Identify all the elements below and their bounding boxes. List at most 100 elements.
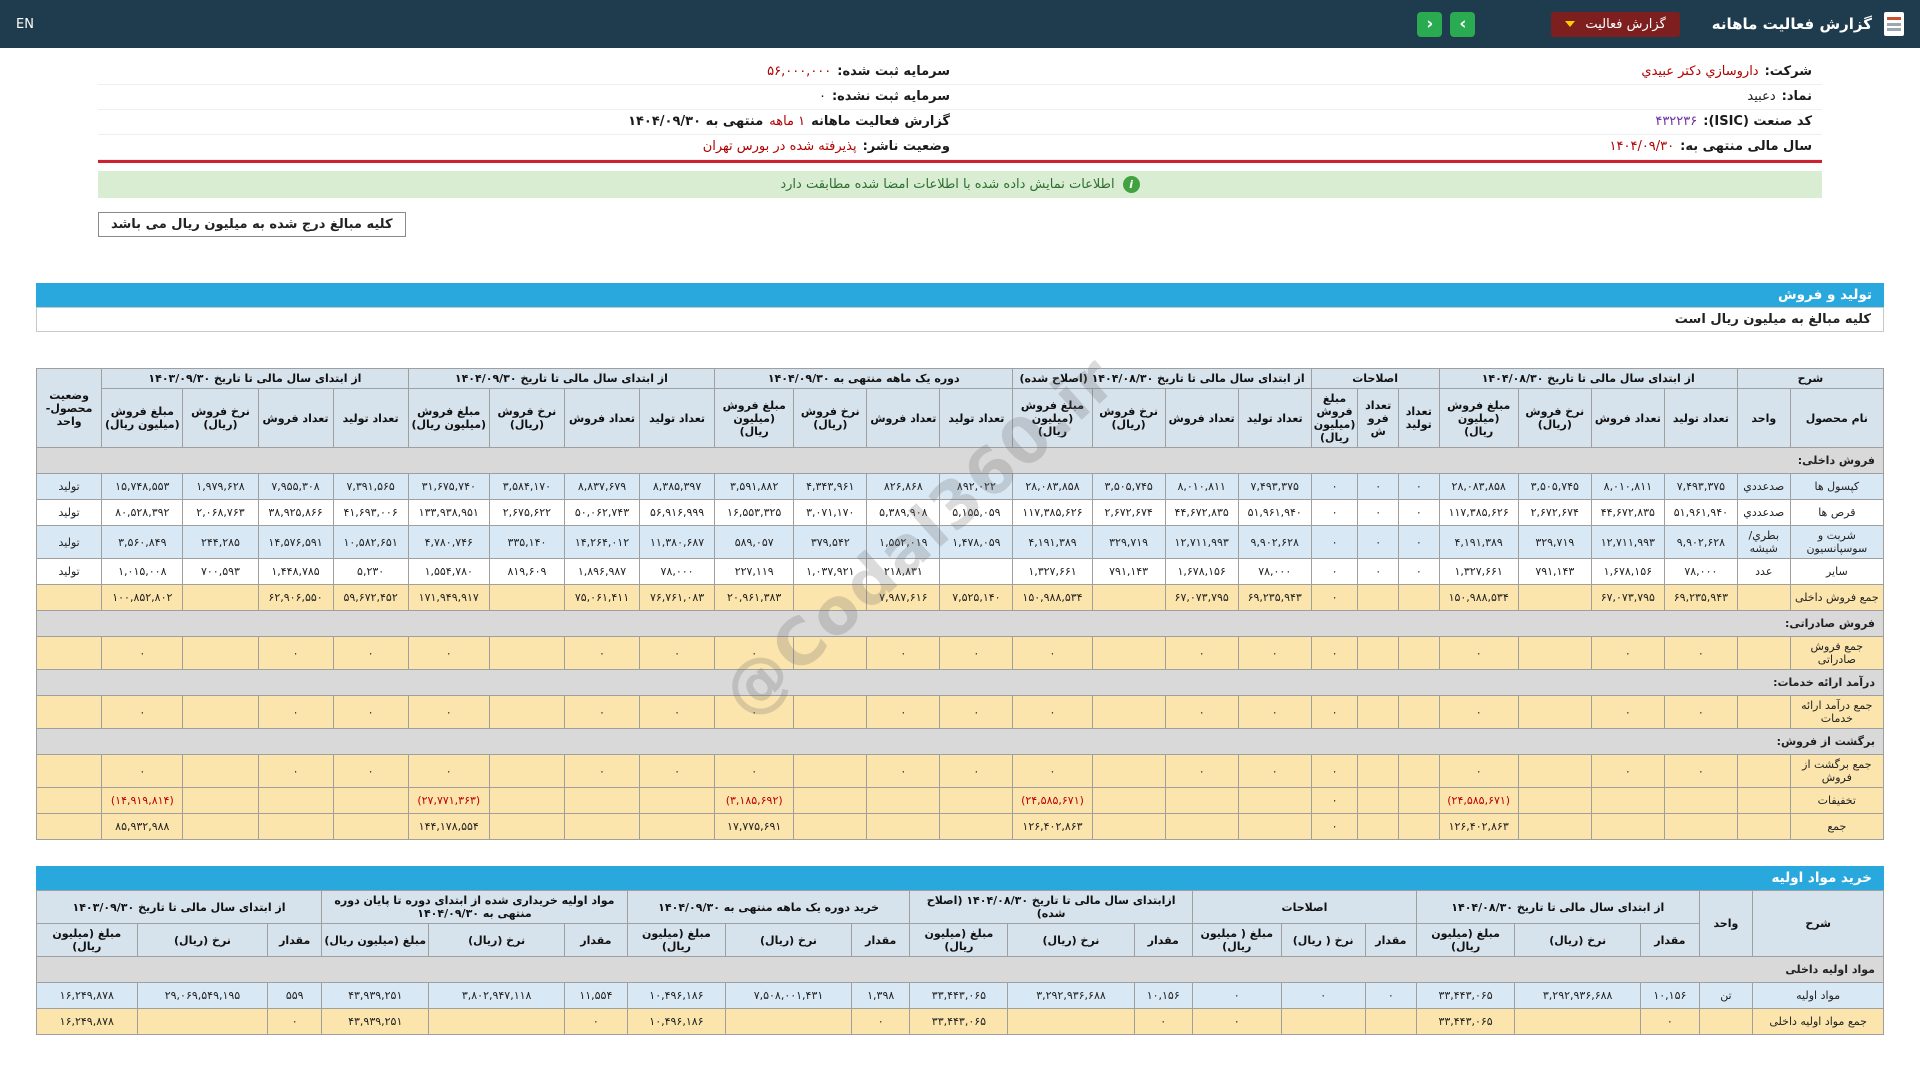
value-cell: ۰ <box>563 695 641 729</box>
next-report-button[interactable]: › <box>1450 11 1476 37</box>
header-group-row: شرح از ابتدای سال مالی تا تاریخ ۱۴۰۴/۰۸/۳… <box>35 368 1885 448</box>
value-cell: ۷۸,۰۰۰ <box>639 558 716 585</box>
value-cell <box>1398 787 1440 814</box>
value-cell: ۶۷,۰۷۳,۷۹۵ <box>1590 584 1665 611</box>
total-row: جمع ۱۲۶,۴۰۲,۸۶۳ ۰ ۱۲۶,۴۰۲,۸۶۳ ۱۷,۷۷۵,۶۹۱ ۱۴۴,… <box>35 813 1885 840</box>
value-cell: ۳۸,۹۲۵,۸۶۶ <box>257 499 334 526</box>
value-cell: ۶۲,۹۰۶,۵۵۰ <box>257 584 334 611</box>
total-row: جمع درآمد ارائه خدمات ۰ ۰ ۰ ۰ ۰ ۰ ۰ ۰ ۰ ۰ ۰ ۰ ۰ ۰ ۰ ۰ <box>35 695 1885 729</box>
info-row: وضعیت ناشر: پذیرفته شده در بورس تهران <box>98 135 960 160</box>
value-cell <box>1357 695 1399 729</box>
value-cell <box>488 813 565 840</box>
value-cell: ۰ <box>257 695 334 729</box>
value-cell <box>1517 787 1592 814</box>
value-cell <box>257 787 334 814</box>
column-header: تعداد فروش <box>563 388 641 448</box>
value-cell: ۴,۷۸۰,۷۴۶ <box>407 525 490 559</box>
value-cell: ۰ <box>1398 499 1440 526</box>
page-title: گزارش فعالیت ماهانه <box>1711 15 1872 33</box>
value-cell: ۰ <box>101 754 184 788</box>
value-cell <box>1357 813 1399 840</box>
value-cell: ۰ <box>1590 695 1665 729</box>
materials-section-header: خرید مواد اولیه <box>36 866 1884 890</box>
value-cell <box>1590 787 1665 814</box>
value-cell: ۰ <box>1357 499 1399 526</box>
info-row: کد صنعت (ISIC): ۴۳۲۲۳۶ <box>960 110 1822 135</box>
value-cell: ۳۱,۶۷۵,۷۴۰ <box>407 473 490 500</box>
value-cell: ۵,۳۸۹,۹۰۸ <box>866 499 941 526</box>
value-cell <box>1398 636 1440 670</box>
value-cell <box>1517 584 1592 611</box>
value-cell: ۱,۸۹۶,۹۸۷ <box>563 558 641 585</box>
row-label: جمع <box>1789 813 1885 840</box>
column-header: مقدار <box>563 923 628 957</box>
unit-cell <box>1736 584 1791 611</box>
column-header: نرخ فروش (ریال) <box>1091 388 1166 448</box>
raw-materials-table: شرح واحد از ابتدای سال مالی تا تاریخ ۱۴۰۴/… <box>35 890 1884 1035</box>
column-header: تعداد فروش <box>866 388 941 448</box>
value-cell <box>1517 695 1592 729</box>
value-cell <box>1091 636 1166 670</box>
value-cell <box>1357 636 1399 670</box>
row-label: جمع درآمد ارائه خدمات <box>1789 695 1885 729</box>
value-cell <box>488 787 565 814</box>
column-header-unit: واحد <box>1736 388 1791 448</box>
company-info-section: شرکت: داروسازي دکتر عبيدي نماد: دعبيد کد صنع… <box>98 60 1822 163</box>
info-value: داروسازي دکتر عبيدي <box>1641 64 1759 79</box>
value-cell: ۰ <box>332 754 409 788</box>
value-cell <box>1164 787 1239 814</box>
total-row: جمع برگشت از فروش ۰ ۰ ۰ ۰ ۰ ۰ ۰ ۰ ۰ ۰ ۰ ۰ ۰ ۰ ۰ ۰ <box>35 754 1885 788</box>
value-cell: ۴,۳۴۳,۹۶۱ <box>793 473 868 500</box>
value-cell: (۱۴,۹۱۹,۸۱۴) <box>101 787 184 814</box>
column-header-product: نام محصول <box>1789 388 1885 448</box>
value-cell: ۳,۵۹۱,۸۸۲ <box>714 473 795 500</box>
value-cell <box>1517 813 1592 840</box>
value-cell: ۳,۲۹۲,۹۳۶,۶۸۸ <box>1007 982 1135 1009</box>
value-cell: ۳,۵۰۵,۷۴۵ <box>1517 473 1592 500</box>
value-cell: ۰ <box>939 754 1014 788</box>
value-cell: ۳۳,۴۴۳,۰۶۵ <box>909 982 1009 1009</box>
value-cell: ۱,۶۷۸,۱۵۶ <box>1590 558 1665 585</box>
value-cell: ۰ <box>866 636 941 670</box>
column-header: نرخ (ریال) <box>136 923 269 957</box>
value-cell <box>793 584 868 611</box>
column-header: تعداد تولید <box>332 388 409 448</box>
status-cell: تولید <box>35 525 103 559</box>
value-cell: ۱۰,۴۹۶,۱۸۶ <box>626 1008 726 1035</box>
value-cell: ۵,۱۵۵,۰۵۹ <box>939 499 1014 526</box>
info-label: سال مالی منتهی به: <box>1680 139 1812 154</box>
value-cell: ۴۳,۹۳۹,۲۵۱ <box>321 982 430 1009</box>
value-cell <box>1357 754 1399 788</box>
section-row: فروش صادراتی: <box>36 610 1884 637</box>
signature-match-notice: i اطلاعات نمایش داده شده با اطلاعات امضا… <box>98 171 1822 198</box>
value-cell: ۰ <box>1357 558 1399 585</box>
value-cell <box>1357 787 1399 814</box>
column-header: تعداد تولید <box>1398 388 1440 448</box>
value-cell <box>1663 813 1738 840</box>
value-cell <box>1091 584 1166 611</box>
info-label: گزارش فعالیت ماهانه <box>811 114 950 129</box>
previous-report-button[interactable]: ‹ <box>1417 11 1443 37</box>
value-cell <box>939 558 1014 585</box>
section-row: مواد اولیه داخلی <box>36 956 1884 983</box>
column-group-header: خرید دوره یک ماهه منتهی به ۱۴۰۴/۰۹/۳۰ <box>626 890 911 924</box>
column-header: مبلغ فروش (میلیون ریال) <box>714 388 795 448</box>
column-header-status: وضعیت محصول- واحد <box>35 368 103 448</box>
value-cell: ۱۷,۷۷۵,۶۹۱ <box>714 813 795 840</box>
column-header: مبلغ فروش (میلیون ریال) <box>1438 388 1519 448</box>
value-cell <box>488 695 565 729</box>
language-toggle-en[interactable]: EN <box>16 17 34 32</box>
data-row: شربت و سوسپانسیون بطري/ شیشه ۹,۹۰۲,۶۲۸ ۱۲,۷… <box>35 525 1885 559</box>
value-cell: ۰ <box>1164 695 1239 729</box>
column-header: مقدار <box>1364 923 1418 957</box>
info-value: پذیرفته شده در بورس تهران <box>702 139 857 154</box>
value-cell <box>332 787 409 814</box>
value-cell: ۸۱۹,۶۰۹ <box>488 558 565 585</box>
section-label: برگشت از فروش: <box>36 728 1884 755</box>
column-header: مقدار <box>1640 923 1700 957</box>
report-type-dropdown[interactable]: گزارش فعالیت <box>1551 11 1680 37</box>
unit-cell: صدعددي <box>1736 473 1791 500</box>
value-cell: ۰ <box>1191 1008 1282 1035</box>
value-cell: ۸,۳۸۵,۳۹۷ <box>639 473 716 500</box>
value-cell: ۴۳,۹۳۹,۲۵۱ <box>321 1008 430 1035</box>
